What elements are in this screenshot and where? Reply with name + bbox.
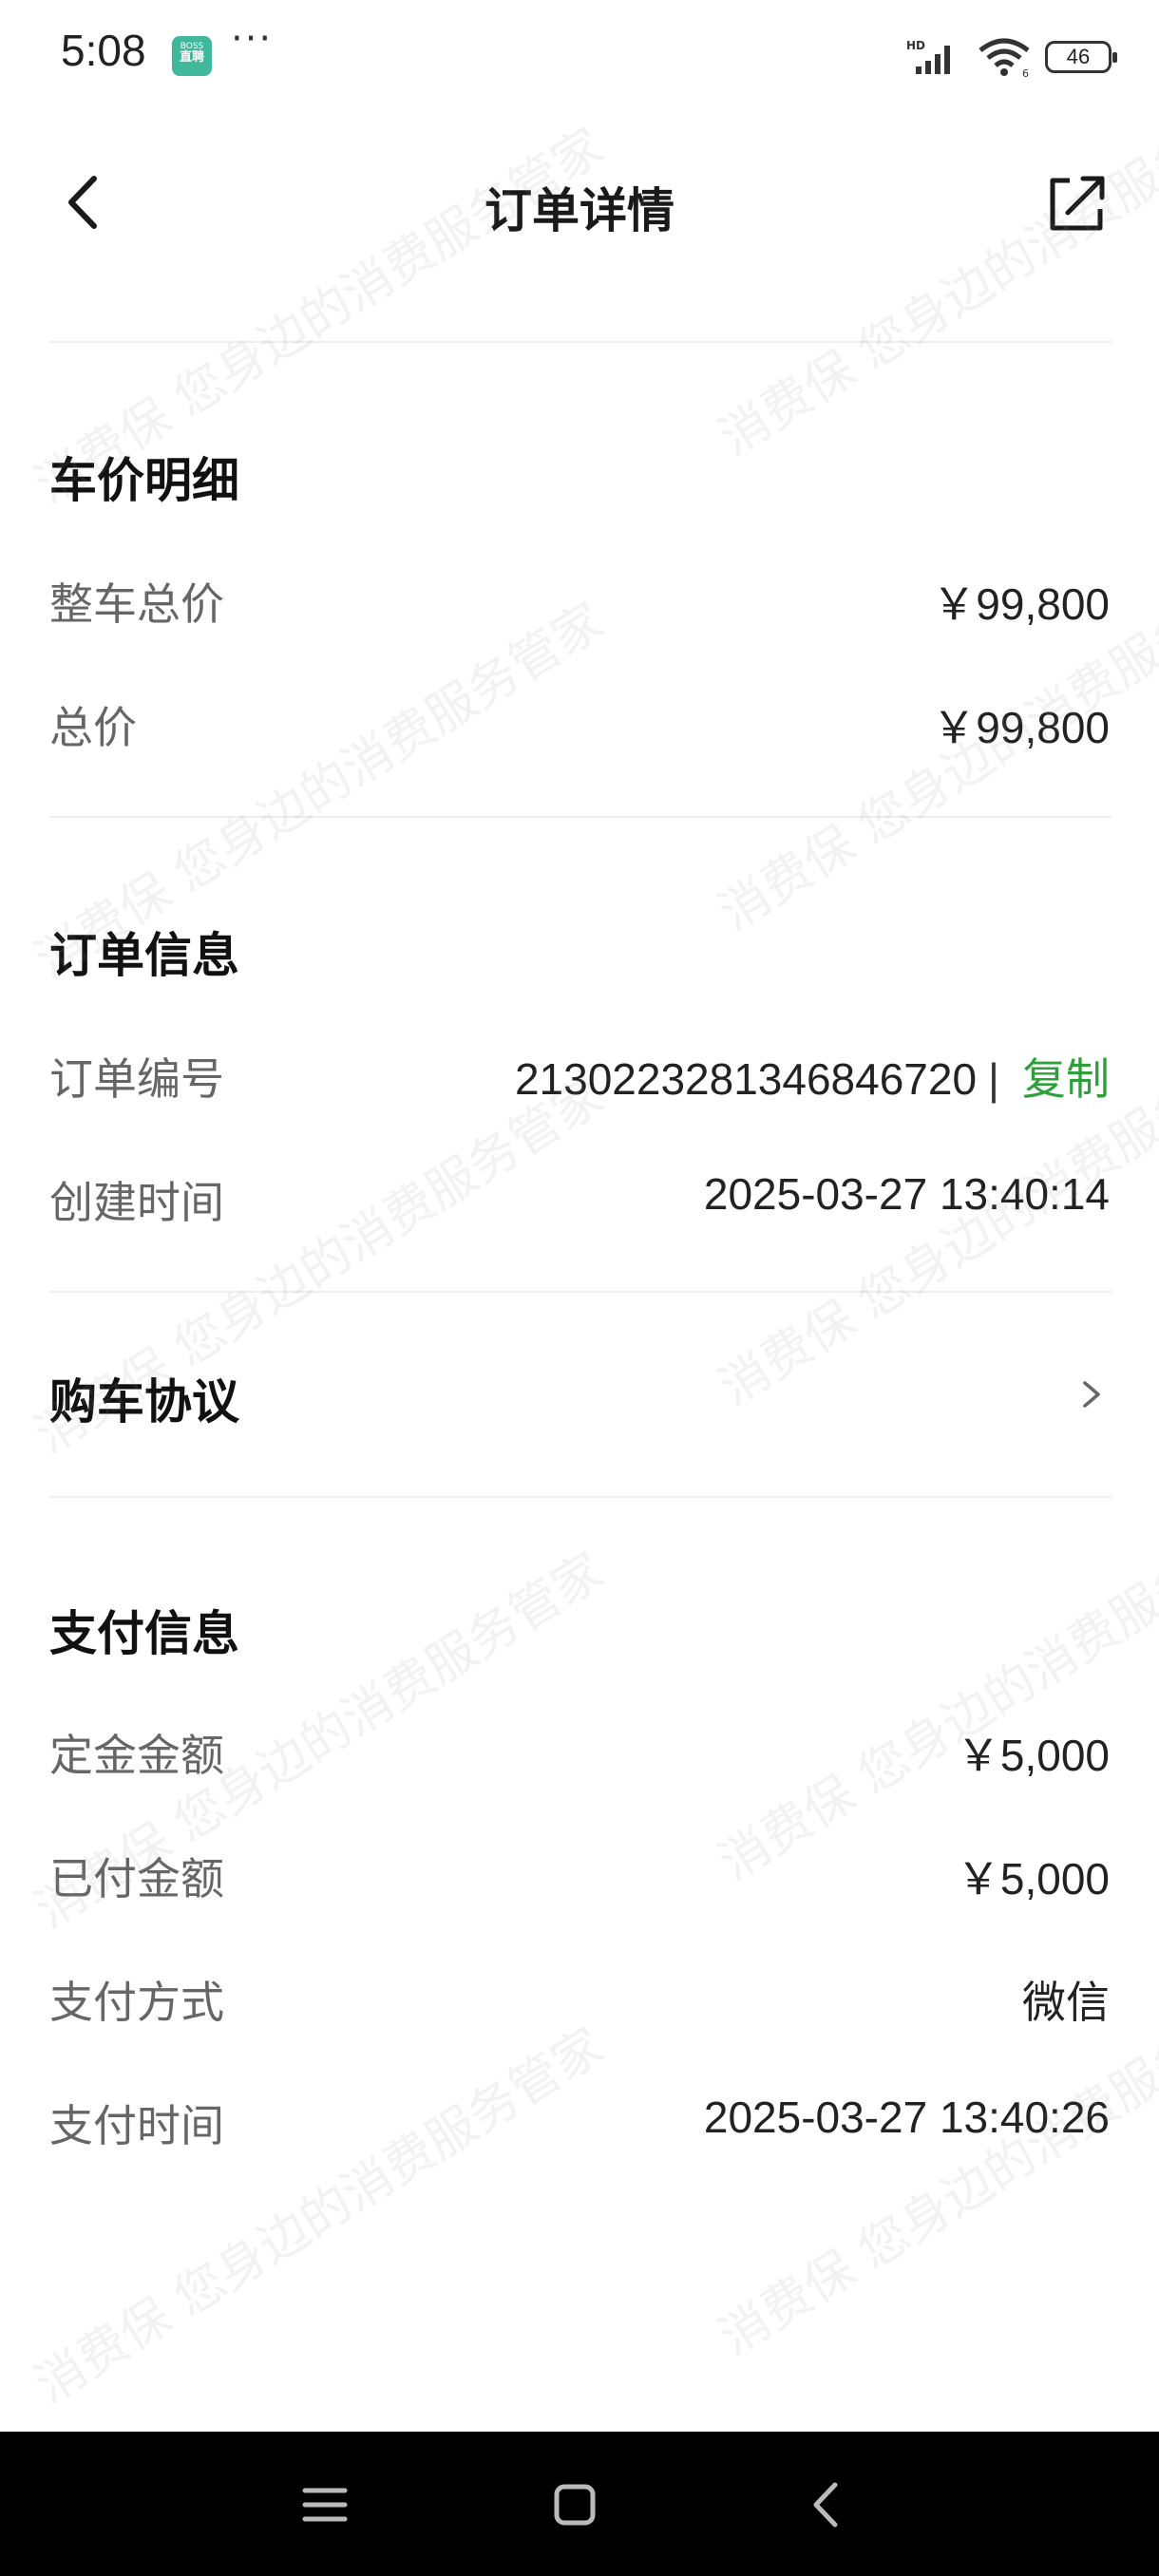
chevron-right-icon — [1083, 1381, 1100, 1408]
hd-signal-icon: HD — [906, 39, 950, 74]
back-icon[interactable] — [793, 2472, 860, 2538]
payment-section-title: 支付信息 — [49, 1606, 239, 1661]
copy-button[interactable]: 复制 — [1022, 1054, 1110, 1104]
payment-time-label: 支付时间 — [49, 2100, 224, 2151]
total-car-price-label: 整车总价 — [49, 578, 224, 630]
divider — [49, 816, 1112, 818]
price-section-title: 车价明细 — [49, 453, 239, 508]
payment-time-value: 2025-03-27 13:40:26 — [703, 2093, 1110, 2142]
created-time-value: 2025-03-27 13:40:14 — [703, 1169, 1110, 1219]
status-time: 5:08 — [61, 26, 146, 75]
order-number-row: 2130223281346846720 | 复制 — [515, 1045, 1110, 1108]
total-car-price-value: ￥99,800 — [932, 579, 1110, 629]
order-number-separator: | — [988, 1054, 999, 1104]
purchase-agreement-title: 购车协议 — [49, 1374, 239, 1430]
menu-icon[interactable] — [292, 2472, 358, 2538]
watermark-overlay: 消费保 您身边的消费服务管家 消费保 您身边的消费服务管家 消费保 您身边的消费… — [0, 0, 1159, 2576]
svg-text:HD: HD — [906, 39, 925, 52]
paid-amount-value: ￥5,000 — [956, 1854, 1110, 1904]
page-title: 订单详情 — [484, 183, 674, 238]
created-time-label: 创建时间 — [49, 1177, 224, 1228]
share-icon[interactable] — [1039, 165, 1115, 241]
total-price-label: 总价 — [49, 702, 137, 753]
nav-bar: 订单详情 — [0, 142, 1159, 266]
divider — [49, 341, 1112, 343]
deposit-amount-label: 定金金额 — [49, 1730, 224, 1781]
total-price-value: ￥99,800 — [932, 703, 1110, 752]
svg-text:6: 6 — [1022, 67, 1029, 77]
wifi-icon: 6 — [978, 38, 1030, 77]
deposit-amount-value: ￥5,000 — [956, 1731, 1110, 1780]
boss-app-icon: BOSS 直聘 — [172, 36, 212, 76]
watermark-text: 消费保 您身边的消费服务管家 — [25, 2017, 614, 2415]
home-icon[interactable] — [542, 2472, 608, 2538]
status-bar: 5:08 BOSS 直聘 ··· HD 6 46 — [0, 0, 1159, 114]
status-icons: HD 6 46 — [906, 34, 1117, 80]
watermark-text: 消费保 您身边的消费服务管家 — [709, 1495, 1159, 1892]
payment-method-label: 支付方式 — [49, 1977, 224, 2028]
system-nav-bar — [0, 2432, 1159, 2576]
divider — [49, 1291, 1112, 1293]
battery-icon: 46 — [1045, 41, 1117, 73]
purchase-agreement-row[interactable]: 购车协议 — [0, 1311, 1159, 1482]
paid-amount-label: 已付金额 — [49, 1853, 224, 1904]
more-notifications-icon: ··· — [231, 17, 274, 61]
divider — [49, 1496, 1112, 1498]
payment-method-value: 微信 — [1022, 1978, 1110, 2027]
order-number-value: 2130223281346846720 — [514, 1054, 978, 1104]
order-number-label: 订单编号 — [49, 1053, 224, 1105]
order-section-title: 订单信息 — [49, 928, 239, 983]
